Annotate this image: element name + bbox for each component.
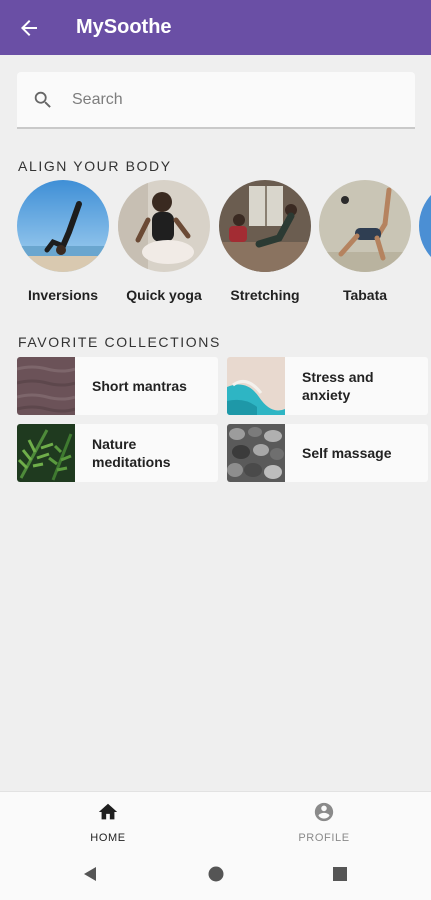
partial-image [419, 180, 431, 272]
account-circle-icon [314, 802, 334, 822]
back-button[interactable] [0, 0, 58, 55]
stress-and-anxiety-image [227, 357, 285, 415]
body-item-tabata[interactable]: Tabata [319, 180, 411, 303]
collection-label: Nature meditations [92, 436, 171, 470]
collection-card-nature-meditations[interactable]: Nature meditations [17, 424, 218, 482]
section-header-favorite-collections: FAVORITE COLLECTIONS [18, 334, 221, 350]
inversions-image [17, 180, 109, 272]
collection-label: Self massage [302, 445, 392, 461]
self-massage-image [227, 424, 285, 482]
body-item-partial[interactable] [419, 180, 431, 287]
section-header-align-your-body: ALIGN YOUR BODY [18, 158, 172, 174]
app-bar: MySoothe [0, 0, 431, 55]
collection-card-stress-and-anxiety[interactable]: Stress and anxiety [227, 357, 428, 415]
collection-card-self-massage[interactable]: Self massage [227, 424, 428, 482]
body-item-stretching[interactable]: Stretching [219, 180, 311, 303]
collection-label: Stress and anxiety [302, 369, 374, 403]
collection-card-short-mantras[interactable]: Short mantras [17, 357, 218, 415]
home-icon [98, 803, 118, 820]
search-field[interactable] [17, 72, 415, 129]
stretching-image [219, 180, 311, 272]
search-icon [34, 91, 51, 108]
short-mantras-image [17, 357, 75, 415]
nav-label-profile: PROFILE [298, 832, 350, 844]
app-title: MySoothe [76, 16, 172, 38]
bottom-navigation: HOME PROFILE [0, 791, 431, 845]
arrow-back-icon [21, 19, 37, 36]
quick-yoga-image [118, 180, 210, 272]
tabata-image [319, 180, 411, 272]
recents-square-icon[interactable] [331, 865, 349, 883]
body-item-label: Inversions [27, 287, 99, 303]
collection-label: Short mantras [92, 378, 187, 394]
system-navigation-bar [0, 845, 431, 900]
body-item-label: Tabata [342, 287, 388, 303]
nav-item-home[interactable]: HOME [68, 801, 148, 844]
body-item-inversions[interactable]: Inversions [17, 180, 109, 303]
nav-item-profile[interactable]: PROFILE [284, 801, 364, 844]
nature-meditations-image [17, 424, 75, 482]
search-input[interactable] [72, 90, 372, 109]
body-item-label: Stretching [230, 287, 300, 303]
align-body-row[interactable]: Inversions Quick yoga Stretching Tabata [17, 180, 431, 310]
nav-label-home: HOME [90, 832, 126, 844]
body-item-label: Quick yoga [126, 287, 202, 303]
body-item-quick-yoga[interactable]: Quick yoga [118, 180, 210, 303]
back-triangle-icon[interactable] [81, 865, 99, 883]
home-circle-icon[interactable] [207, 865, 225, 883]
